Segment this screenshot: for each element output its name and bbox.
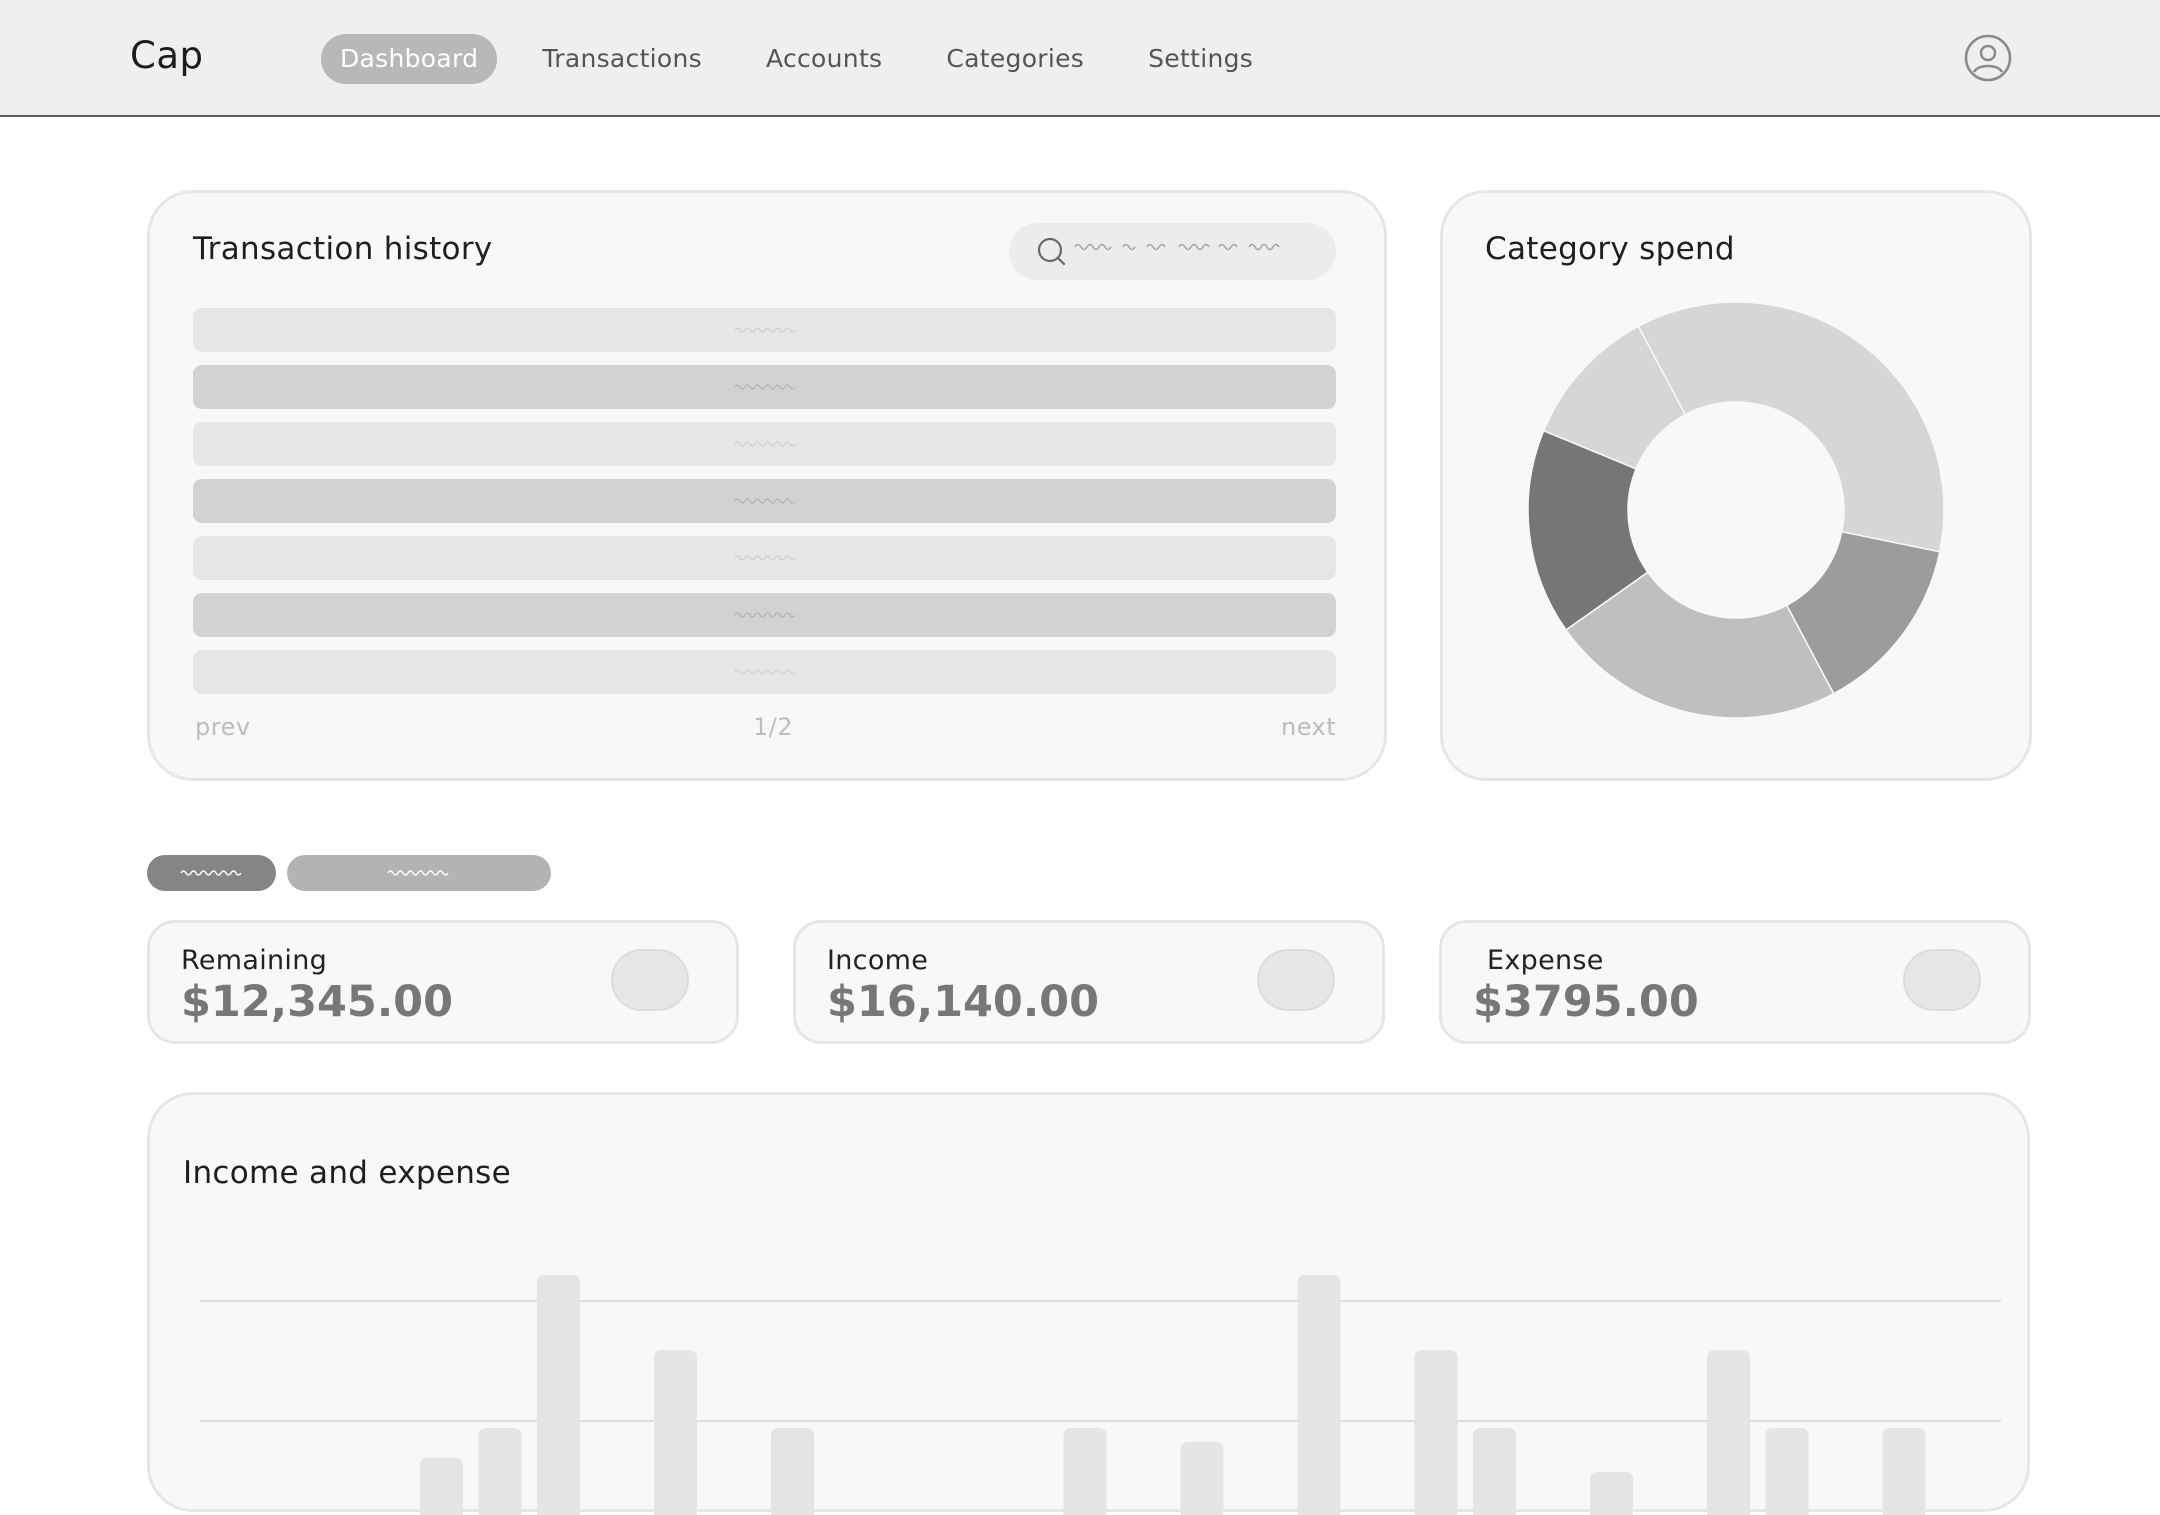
chip-label-scribble (387, 870, 449, 876)
income-toggle[interactable] (1257, 949, 1335, 1011)
pager-page-indicator: 1/2 (753, 713, 794, 741)
chart-bar-11[interactable] (771, 1428, 814, 1515)
nav-item-categories[interactable]: Categories (927, 34, 1103, 84)
row-text-scribble (734, 327, 796, 333)
pager-prev-link[interactable]: prev (195, 713, 251, 741)
income-expense-bar-chart (200, 1275, 2001, 1515)
remaining-value: $12,345.00 (181, 977, 454, 1027)
expense-value: $3795.00 (1473, 977, 1699, 1027)
income-value: $16,140.00 (827, 977, 1100, 1027)
filter-chip-1[interactable] (147, 855, 276, 891)
expense-toggle[interactable] (1903, 949, 1981, 1011)
nav-item-transactions[interactable]: Transactions (523, 34, 721, 84)
transaction-row[interactable] (193, 365, 1336, 409)
income-stat-card: Income $16,140.00 (793, 920, 1385, 1044)
remaining-stat-card: Remaining $12,345.00 (147, 920, 739, 1044)
chart-bar-7[interactable] (537, 1275, 580, 1515)
category-spend-donut-chart (1527, 301, 1945, 719)
transaction-row[interactable] (193, 650, 1336, 694)
chart-bar-16[interactable] (1063, 1428, 1107, 1515)
transaction-history-title: Transaction history (193, 231, 493, 267)
row-text-scribble (734, 498, 796, 504)
chart-bar-5[interactable] (420, 1458, 463, 1515)
chip-label-scribble (180, 870, 242, 876)
transaction-history-card: Transaction history prev 1/2 next (147, 190, 1387, 781)
chart-bar-25[interactable] (1590, 1472, 1633, 1515)
chart-bar-20[interactable] (1297, 1275, 1341, 1515)
pager-next-link[interactable]: next (1281, 713, 1336, 741)
category-spend-card: Category spend (1440, 190, 2032, 781)
chart-bar-6[interactable] (478, 1428, 522, 1515)
remaining-label: Remaining (181, 945, 328, 976)
filter-chip-2[interactable] (287, 855, 551, 891)
nav-item-settings[interactable]: Settings (1129, 34, 1272, 84)
chart-bar-30[interactable] (1882, 1428, 1926, 1515)
transaction-row[interactable] (193, 308, 1336, 352)
main-nav: Dashboard Transactions Accounts Categori… (321, 34, 1298, 84)
transaction-row[interactable] (193, 422, 1336, 466)
nav-item-accounts[interactable]: Accounts (747, 34, 901, 84)
remaining-toggle[interactable] (611, 949, 689, 1011)
income-label: Income (827, 945, 929, 976)
row-text-scribble (734, 555, 796, 561)
search-placeholder-scribble (1074, 243, 1280, 251)
expense-label: Expense (1487, 945, 1604, 976)
donut-slice-1[interactable] (1637, 301, 1945, 553)
row-text-scribble (734, 441, 796, 447)
income-expense-card: Income and expense (147, 1092, 2030, 1515)
user-circle-icon[interactable] (1964, 34, 2012, 82)
app-brand[interactable]: Cap (130, 34, 204, 77)
top-navigation-bar: Cap Dashboard Transactions Accounts Cate… (0, 0, 2160, 117)
chart-bar-28[interactable] (1765, 1428, 1809, 1515)
row-text-scribble (734, 612, 796, 618)
chart-bar-27[interactable] (1707, 1350, 1750, 1515)
row-text-scribble (734, 384, 796, 390)
chart-bar-18[interactable] (1180, 1442, 1224, 1515)
chart-bar-9[interactable] (654, 1350, 697, 1515)
transaction-list (193, 308, 1336, 707)
transaction-row[interactable] (193, 479, 1336, 523)
transaction-row[interactable] (193, 593, 1336, 637)
nav-item-dashboard[interactable]: Dashboard (321, 34, 498, 84)
search-icon (1037, 237, 1066, 266)
transaction-row[interactable] (193, 536, 1336, 580)
transaction-search-input[interactable] (1009, 223, 1336, 280)
chart-bar-22[interactable] (1414, 1350, 1458, 1515)
expense-stat-card: Expense $3795.00 (1439, 920, 2031, 1044)
row-text-scribble (734, 669, 796, 675)
chart-bar-23[interactable] (1473, 1428, 1516, 1515)
